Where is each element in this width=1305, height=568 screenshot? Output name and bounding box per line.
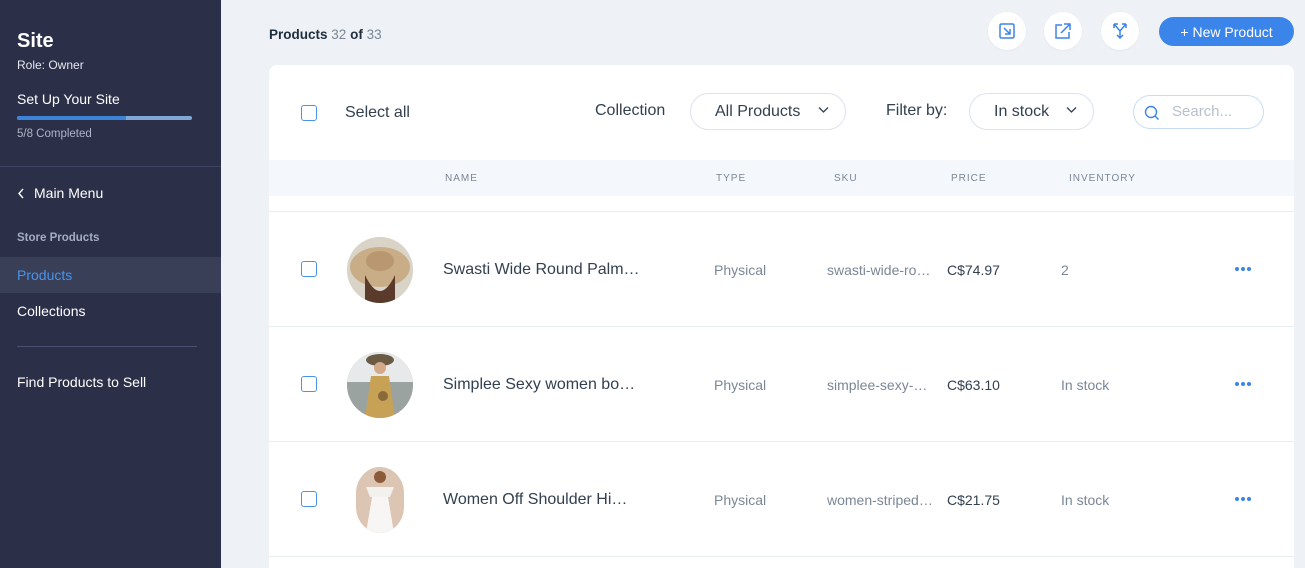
product-type: Physical [714,492,767,508]
chevron-left-icon [18,188,24,198]
main-menu-link[interactable]: Main Menu [17,185,103,201]
chevron-down-icon [818,107,829,113]
sync-icon [1113,23,1127,40]
sync-button[interactable] [1101,12,1139,50]
find-products-link[interactable]: Find Products to Sell [17,374,146,390]
product-inventory: In stock [1061,492,1110,508]
column-header-inventory[interactable]: INVENTORY [1069,173,1136,184]
product-name[interactable]: Swasti Wide Round Palm… [443,261,640,279]
new-product-button[interactable]: + New Product [1159,17,1294,46]
product-thumbnail [356,467,404,533]
product-type: Physical [714,377,767,393]
filter-label: Filter by: [886,102,948,119]
page-title: Products 32 of 33 [269,27,382,42]
product-type: Physical [714,262,767,278]
table-row[interactable]: Swasti Wide Round Palm… Physical swasti-… [269,212,1294,327]
table-header: NAME TYPE SKU PRICE INVENTORY [269,160,1294,196]
more-actions-icon[interactable] [1235,382,1251,386]
search-icon [1144,105,1159,120]
product-name[interactable]: Women Off Shoulder Hi… [443,491,627,509]
row-checkbox[interactable] [301,491,317,507]
product-thumbnail [347,352,413,418]
sidebar-divider [0,166,221,167]
section-label-store-products: Store Products [17,232,100,244]
sidebar: Site Role: Owner Set Up Your Site 5/8 Co… [0,0,221,568]
select-all-label[interactable]: Select all [345,104,410,122]
sidebar-divider [17,346,197,347]
filter-value: In stock [994,102,1050,120]
site-title: Site [17,30,54,52]
white-dress-image [356,467,404,533]
row-checkbox[interactable] [301,376,317,392]
sidebar-item-label: Products [17,267,73,283]
setup-title[interactable]: Set Up Your Site [17,91,120,107]
import-button[interactable] [988,12,1026,50]
collection-value: All Products [715,102,801,120]
new-product-label: New Product [1192,23,1273,40]
sidebar-item-label: Collections [17,303,86,319]
search-input[interactable] [1172,103,1257,120]
sidebar-item-products[interactable]: Products [0,257,221,293]
column-header-sku[interactable]: SKU [834,173,858,184]
product-thumbnail [347,237,413,303]
filter-dropdown[interactable]: In stock [969,93,1094,130]
table-row[interactable]: Simplee Sexy women bo… Physical simplee-… [269,327,1294,442]
product-inventory: 2 [1061,262,1069,278]
product-name[interactable]: Simplee Sexy women bo… [443,376,635,394]
product-sku: women-striped… [827,492,933,508]
export-button[interactable] [1044,12,1082,50]
collection-dropdown[interactable]: All Products [690,93,846,130]
product-sku: simplee-sexy-… [827,377,928,393]
product-sku: swasti-wide-ro… [827,262,931,278]
product-price: C$21.75 [947,492,1000,508]
hat-image [347,237,413,303]
count-total: 33 [366,27,382,42]
column-header-price[interactable]: PRICE [951,173,987,184]
table-row[interactable]: Women Off Shoulder Hi… Physical women-st… [269,442,1294,557]
site-role: Role: Owner [17,58,84,72]
setup-progress-fill [17,116,127,120]
page-title-label: Products [269,27,328,42]
products-card: Select all Collection All Products Filte… [269,65,1294,568]
column-header-name[interactable]: NAME [445,173,478,184]
product-inventory: In stock [1061,377,1110,393]
product-price: C$74.97 [947,262,1000,278]
more-actions-icon[interactable] [1235,267,1251,271]
setup-progress-text: 5/8 Completed [17,128,92,140]
setup-progress-bar [17,116,192,120]
row-checkbox[interactable] [301,261,317,277]
main-menu-label: Main Menu [34,185,104,201]
count-of: of [350,27,363,42]
sidebar-item-collections[interactable]: Collections [0,293,221,329]
dress-image [347,352,413,418]
select-all-checkbox[interactable] [301,105,317,121]
product-price: C$63.10 [947,377,1000,393]
collection-label: Collection [595,102,666,119]
column-header-type[interactable]: TYPE [716,173,746,184]
import-icon [999,23,1015,39]
more-actions-icon[interactable] [1235,497,1251,501]
plus-icon: + [1180,23,1189,40]
chevron-down-icon [1066,107,1077,113]
count-shown: 32 [331,27,347,42]
export-icon [1055,23,1071,39]
search-box[interactable] [1133,95,1264,129]
